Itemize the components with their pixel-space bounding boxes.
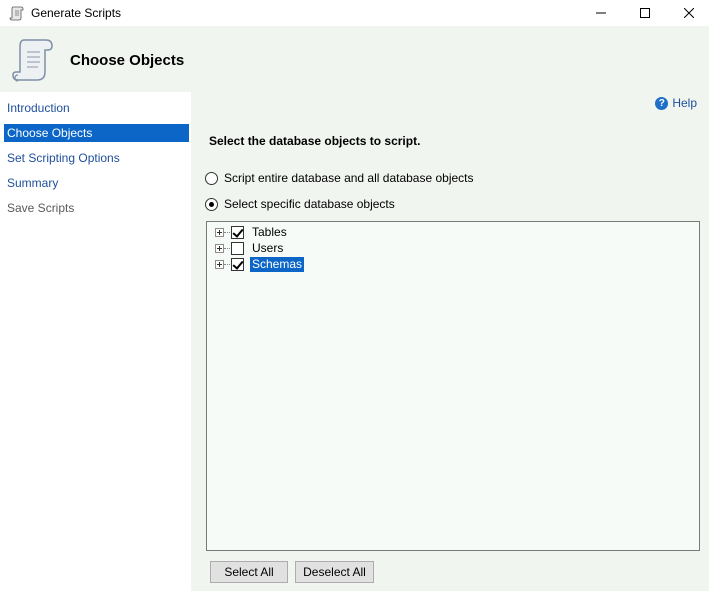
nav-item-choose-objects[interactable]: Choose Objects xyxy=(4,124,189,142)
help-icon: ? xyxy=(655,96,669,110)
maximize-icon xyxy=(640,8,650,18)
nav-item-introduction[interactable]: Introduction xyxy=(4,99,189,117)
wizard-steps-nav: Introduction Choose Objects Set Scriptin… xyxy=(0,92,191,591)
window-title: Generate Scripts xyxy=(31,6,122,20)
option-label: Select specific database objects xyxy=(224,197,395,211)
main-panel: ? Help Select the database objects to sc… xyxy=(191,92,709,591)
tree-node-label[interactable]: Users xyxy=(250,241,285,256)
tree-node-users[interactable]: Users xyxy=(215,240,285,256)
tree-connector xyxy=(224,247,230,249)
option-label: Script entire database and all database … xyxy=(224,171,474,185)
tree-node-label[interactable]: Tables xyxy=(250,225,289,240)
scroll-icon xyxy=(12,39,53,82)
expand-icon[interactable] xyxy=(215,259,224,269)
select-specific-objects-option[interactable]: Select specific database objects xyxy=(205,197,395,211)
help-link[interactable]: ? Help xyxy=(655,96,697,110)
minimize-icon xyxy=(596,12,606,14)
deselect-all-button[interactable]: Deselect All xyxy=(295,561,374,583)
expand-icon[interactable] xyxy=(215,227,224,237)
header-banner: Choose Objects xyxy=(0,26,709,92)
object-tree[interactable]: Tables Users Schemas xyxy=(206,221,700,551)
minimize-button[interactable] xyxy=(578,0,624,26)
close-button[interactable] xyxy=(666,0,709,26)
close-icon xyxy=(684,8,694,18)
nav-item-set-scripting-options[interactable]: Set Scripting Options xyxy=(4,149,189,167)
schemas-checkbox[interactable] xyxy=(231,257,244,271)
tables-checkbox[interactable] xyxy=(231,225,244,239)
scroll-icon xyxy=(9,6,24,21)
tree-connector xyxy=(224,263,230,265)
tree-node-label[interactable]: Schemas xyxy=(250,256,305,272)
expand-icon[interactable] xyxy=(215,243,224,253)
script-entire-database-option[interactable]: Script entire database and all database … xyxy=(205,171,474,185)
page-title: Choose Objects xyxy=(70,52,185,69)
tree-connector xyxy=(224,231,230,233)
radio-button[interactable] xyxy=(205,171,218,185)
tree-node-schemas[interactable]: Schemas xyxy=(215,256,305,272)
users-checkbox[interactable] xyxy=(231,241,244,255)
help-label: Help xyxy=(672,96,697,110)
title-bar: Generate Scripts xyxy=(0,0,709,26)
radio-button[interactable] xyxy=(205,197,218,211)
nav-item-save-scripts: Save Scripts xyxy=(7,201,75,215)
select-all-button[interactable]: Select All xyxy=(210,561,288,583)
instruction-text: Select the database objects to script. xyxy=(209,134,421,148)
maximize-button[interactable] xyxy=(622,0,668,26)
tree-node-tables[interactable]: Tables xyxy=(215,224,289,240)
nav-item-summary[interactable]: Summary xyxy=(4,174,189,192)
